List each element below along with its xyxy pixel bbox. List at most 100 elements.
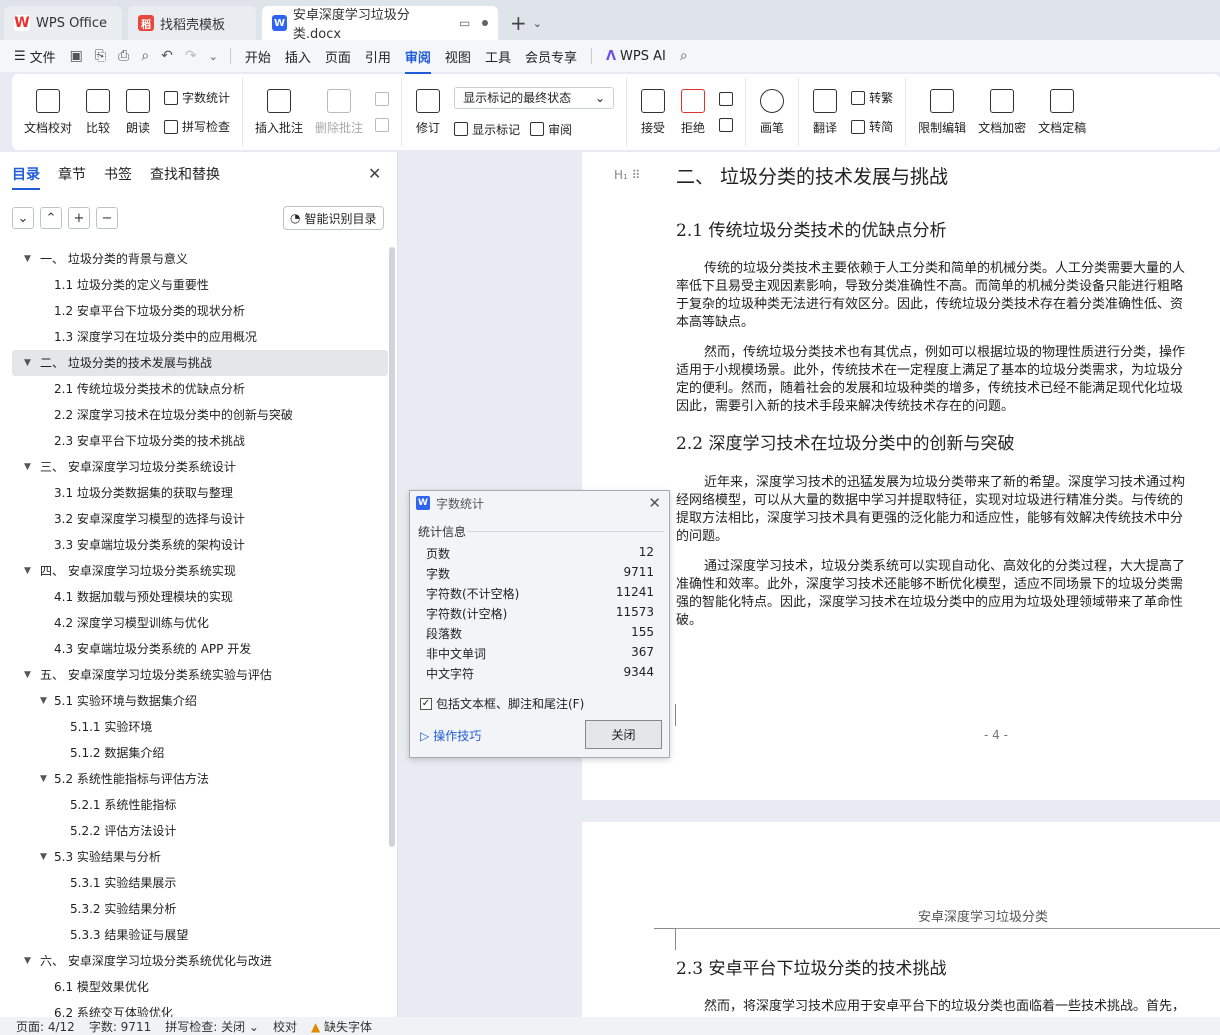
close-icon[interactable]: ✕	[648, 494, 661, 512]
word-count-button[interactable]: 字数统计	[164, 89, 230, 106]
pen-button[interactable]: 画笔	[752, 78, 792, 146]
undo-icon[interactable]: ↶	[161, 48, 173, 64]
toc-item[interactable]: ▼ 二、 垃圾分类的技术发展与挑战	[12, 350, 388, 376]
menu-review[interactable]: 审阅	[404, 47, 431, 74]
tab-chapter[interactable]: 章节	[58, 164, 86, 190]
print-preview-icon[interactable]: ⌕	[141, 48, 149, 64]
to-traditional-button[interactable]: 转繁	[851, 89, 893, 106]
read-aloud-button[interactable]: 朗读	[118, 78, 158, 146]
redo-icon[interactable]: ↷	[185, 48, 197, 64]
tips-link[interactable]: ▷ 操作技巧	[420, 727, 481, 744]
toc-item[interactable]: ▼ 5.1 实验环境与数据集介绍	[12, 688, 388, 714]
caret-down-icon[interactable]: ▼	[24, 350, 31, 376]
proof-status[interactable]: 校对	[273, 1018, 297, 1035]
save-icon[interactable]: ▣	[70, 48, 83, 64]
page-status[interactable]: 页面: 4/12	[16, 1018, 75, 1035]
translate-button[interactable]: 翻译	[805, 78, 845, 146]
toc-item[interactable]: 5.1.2 数据集介绍	[12, 740, 388, 766]
menu-start[interactable]: 开始	[245, 47, 271, 66]
tab-bookmark[interactable]: 书签	[104, 164, 132, 190]
toc-item[interactable]: ▼ 五、 安卓深度学习垃圾分类系统实验与评估	[12, 662, 388, 688]
chevron-down-icon[interactable]: ⌄	[209, 50, 218, 63]
toc-item[interactable]: 5.3.1 实验结果展示	[12, 870, 388, 896]
to-simplified-button[interactable]: 转简	[851, 118, 893, 135]
toc-item[interactable]: 5.2.2 评估方法设计	[12, 818, 388, 844]
monitor-icon[interactable]: ▭	[459, 16, 470, 30]
toc-item[interactable]: 5.2.1 系统性能指标	[12, 792, 388, 818]
toc-item[interactable]: ▼ 5.3 实验结果与分析	[12, 844, 388, 870]
toc-item[interactable]: ▼ 六、 安卓深度学习垃圾分类系统优化与改进	[12, 948, 388, 974]
toc-item[interactable]: 2.3 安卓平台下垃圾分类的技术挑战	[12, 428, 388, 454]
toc-item[interactable]: 2.1 传统垃圾分类技术的优缺点分析	[12, 376, 388, 402]
caret-down-icon[interactable]: ▼	[40, 844, 47, 870]
toc-item[interactable]: 5.3.3 结果验证与展望	[12, 922, 388, 948]
format-painter-icon[interactable]: ⎘	[95, 48, 106, 64]
review-pane-button[interactable]: 审阅	[530, 121, 572, 138]
unsaved-dot-icon[interactable]	[482, 20, 488, 26]
caret-down-icon[interactable]: ▼	[24, 454, 31, 480]
toc-item[interactable]: 2.2 深度学习技术在垃圾分类中的创新与突破	[12, 402, 388, 428]
tab-wps-office[interactable]: W WPS Office	[4, 6, 122, 40]
dialog-titlebar[interactable]: W 字数统计	[410, 491, 669, 515]
close-icon[interactable]: ✕	[368, 164, 381, 183]
file-menu[interactable]: ☰ 文件	[14, 47, 56, 66]
menu-membership[interactable]: 会员专享	[525, 47, 577, 66]
caret-down-icon[interactable]: ▼	[40, 766, 47, 792]
document-page[interactable]: H₁ ⠿ 二、 垃圾分类的技术发展与挑战 2.1 传统垃圾分类技术的优缺点分析 …	[582, 152, 1220, 800]
remove-icon[interactable]: −	[96, 207, 118, 229]
compare-button[interactable]: 比较	[78, 78, 118, 146]
collapse-icon[interactable]: ⌃	[40, 207, 62, 229]
delete-comment-button[interactable]: 删除批注	[309, 78, 369, 146]
close-button[interactable]: 关闭	[585, 720, 662, 749]
caret-down-icon[interactable]: ▼	[24, 246, 31, 272]
toc-item[interactable]: 5.3.2 实验结果分析	[12, 896, 388, 922]
spell-status[interactable]: 拼写检查: 关闭 ⌄	[165, 1018, 259, 1035]
show-markup-button[interactable]: 显示标记	[454, 121, 520, 138]
toc-item[interactable]: ▼ 5.2 系统性能指标与评估方法	[12, 766, 388, 792]
prev-comment-icon[interactable]	[375, 92, 390, 106]
insert-comment-button[interactable]: 插入批注	[249, 78, 309, 146]
menu-reference[interactable]: 引用	[365, 47, 391, 66]
toc-item[interactable]: ▼ 四、 安卓深度学习垃圾分类系统实现	[12, 558, 388, 584]
menu-insert[interactable]: 插入	[285, 47, 311, 66]
menu-view[interactable]: 视图	[445, 47, 471, 66]
doc-finalize-button[interactable]: 文档定稿	[1032, 78, 1092, 146]
spell-check-button[interactable]: 拼写检查	[164, 118, 230, 135]
menu-page[interactable]: 页面	[325, 47, 351, 66]
toc-item[interactable]: 1.3 深度学习在垃圾分类中的应用概况	[12, 324, 388, 350]
heading-handle-icon[interactable]: H₁ ⠿	[614, 168, 640, 182]
tab-toc[interactable]: 目录	[12, 164, 40, 190]
tab-document[interactable]: W 安卓深度学习垃圾分类.docx ▭	[262, 6, 498, 42]
next-change-icon[interactable]	[719, 118, 734, 132]
missing-font-status[interactable]: ▲ 缺失字体	[311, 1018, 372, 1035]
toc-item[interactable]: 4.3 安卓端垃圾分类系统的 APP 开发	[12, 636, 388, 662]
toc-item[interactable]: 3.1 垃圾分类数据集的获取与整理	[12, 480, 388, 506]
toc-item[interactable]: 4.2 深度学习模型训练与优化	[12, 610, 388, 636]
caret-down-icon[interactable]: ▼	[40, 688, 47, 714]
doc-check-button[interactable]: 文档校对	[18, 78, 78, 146]
restrict-edit-button[interactable]: 限制编辑	[912, 78, 972, 146]
toc-item[interactable]: 1.2 安卓平台下垃圾分类的现状分析	[12, 298, 388, 324]
toc-item[interactable]: 4.1 数据加载与预处理模块的实现	[12, 584, 388, 610]
toc-item[interactable]: 6.1 模型效果优化	[12, 974, 388, 1000]
toc-item[interactable]: 3.3 安卓端垃圾分类系统的架构设计	[12, 532, 388, 558]
tab-docer[interactable]: 稻 找稻壳模板	[128, 6, 256, 40]
include-textbox-checkbox[interactable]: ✓ 包括文本框、脚注和尾注(F)	[420, 695, 584, 712]
toc-item[interactable]: 5.1.1 实验环境	[12, 714, 388, 740]
expand-icon[interactable]: ⌄	[12, 207, 34, 229]
accept-button[interactable]: 接受	[633, 78, 673, 146]
tab-find-replace[interactable]: 查找和替换	[150, 164, 220, 190]
prev-change-icon[interactable]	[719, 92, 734, 106]
revise-button[interactable]: 修订	[408, 78, 448, 146]
scrollbar[interactable]	[389, 247, 395, 847]
doc-encrypt-button[interactable]: 文档加密	[972, 78, 1032, 146]
document-page[interactable]: 安卓深度学习垃圾分类 2.3 安卓平台下垃圾分类的技术挑战 然而，将深度学习技术…	[582, 822, 1220, 1017]
toc-item[interactable]: ▼ 一、 垃圾分类的背景与意义	[12, 246, 388, 272]
smart-toc-button[interactable]: ◔ 智能识别目录	[283, 206, 384, 230]
toc-item[interactable]: ▼ 三、 安卓深度学习垃圾分类系统设计	[12, 454, 388, 480]
word-status[interactable]: 字数: 9711	[89, 1018, 151, 1035]
markup-state-select[interactable]: 显示标记的最终状态 ⌄	[454, 86, 615, 109]
new-tab-button[interactable]: + ⌄	[510, 6, 542, 40]
print-icon[interactable]: ⎙	[118, 48, 129, 64]
next-comment-icon[interactable]	[375, 118, 390, 132]
